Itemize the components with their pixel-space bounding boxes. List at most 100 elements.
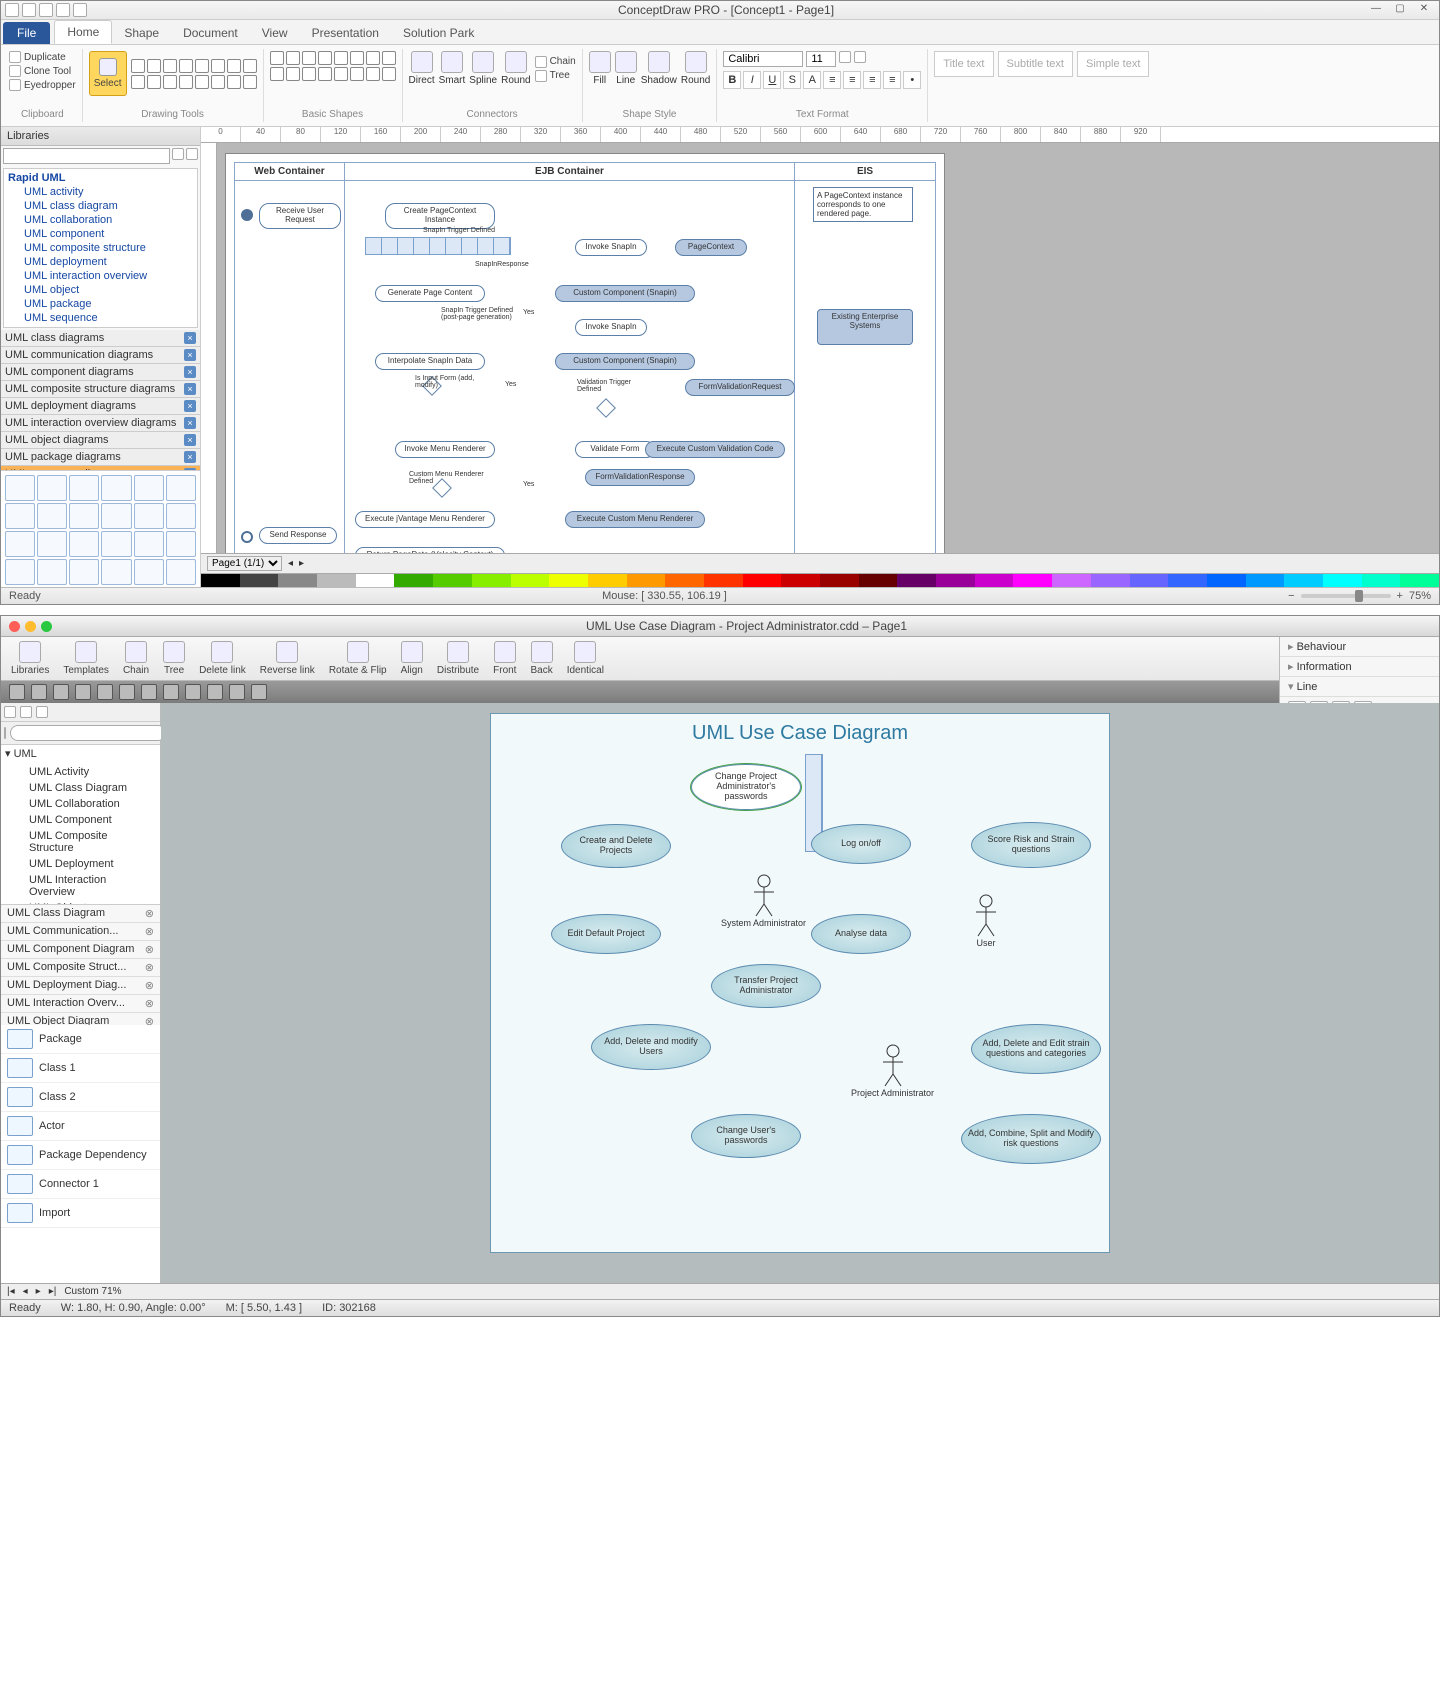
diagram-page[interactable]: Web Container Receive User Request Send … — [225, 153, 945, 553]
tree-leaf[interactable]: UML state machine diagram — [6, 325, 195, 328]
shape-icon[interactable] — [334, 51, 348, 65]
font-select[interactable] — [723, 51, 803, 67]
zoom-out-icon[interactable]: − — [1288, 590, 1294, 602]
tool-icon[interactable] — [163, 59, 177, 73]
shape-icon[interactable] — [286, 51, 300, 65]
shape-icon[interactable] — [302, 51, 316, 65]
tree-leaf[interactable]: UML Activity — [15, 764, 156, 780]
eyedropper-button[interactable]: Eyedropper — [9, 79, 76, 91]
accordion-item[interactable]: UML Communication...⊗ — [1, 923, 160, 941]
list-view-icon[interactable] — [4, 706, 16, 718]
connector-spline[interactable]: Spline — [469, 51, 497, 86]
strip-icon[interactable] — [119, 684, 135, 700]
shape-icon[interactable] — [350, 67, 364, 81]
shadow-button[interactable]: Shadow — [641, 51, 677, 86]
shape-icon[interactable] — [302, 67, 316, 81]
shape-icon[interactable] — [318, 67, 332, 81]
close-icon[interactable]: ⊗ — [145, 979, 154, 992]
mac-search-input[interactable] — [10, 725, 166, 741]
toolbar-distribute[interactable]: Distribute — [437, 641, 479, 676]
title-text-placeholder[interactable]: Title text — [934, 51, 993, 77]
toolbar-rotate-flip[interactable]: Rotate & Flip — [329, 641, 387, 676]
color-swatch[interactable] — [1323, 574, 1362, 587]
color-swatch[interactable] — [1207, 574, 1246, 587]
file-tab[interactable]: File — [3, 22, 50, 44]
shape-icon[interactable] — [318, 51, 332, 65]
palette-shape[interactable] — [134, 531, 164, 557]
activity-node[interactable]: Custom Component (Snapin) — [555, 285, 695, 302]
color-swatch[interactable] — [201, 574, 240, 587]
accordion-item[interactable]: UML Component Diagram⊗ — [1, 941, 160, 959]
tab-presentation[interactable]: Presentation — [300, 22, 391, 44]
zoom-control[interactable]: − + 75% — [1288, 590, 1431, 602]
tree-leaf[interactable]: UML sequence — [6, 311, 195, 325]
shape-icon[interactable] — [382, 51, 396, 65]
start-node-icon[interactable] — [241, 209, 253, 221]
page-nav-icon[interactable]: ◂ — [23, 1286, 28, 1297]
palette-shape[interactable] — [5, 559, 35, 585]
valign-button[interactable]: ≡ — [883, 71, 901, 89]
strip-icon[interactable] — [31, 684, 47, 700]
accordion-item[interactable]: UML interaction overview diagrams× — [1, 415, 200, 432]
usecase-node[interactable]: Edit Default Project — [551, 914, 661, 954]
tool-icon[interactable] — [243, 59, 257, 73]
shape-icon[interactable] — [286, 67, 300, 81]
activity-node[interactable]: Invoke Menu Renderer — [395, 441, 495, 458]
color-swatch[interactable] — [394, 574, 433, 587]
page-nav-icon[interactable]: ▸| — [49, 1286, 57, 1297]
activity-node[interactable]: Invoke SnapIn — [575, 239, 647, 256]
tab-document[interactable]: Document — [171, 22, 250, 44]
tree-leaf[interactable]: UML activity — [6, 185, 195, 199]
note-node[interactable]: A PageContext instance corresponds to on… — [813, 187, 913, 222]
tree-leaf[interactable]: UML Collaboration — [15, 796, 156, 812]
strip-icon[interactable] — [9, 684, 25, 700]
color-swatch[interactable] — [1091, 574, 1130, 587]
shape-icon[interactable] — [382, 67, 396, 81]
tree-leaf[interactable]: UML component — [6, 227, 195, 241]
shape-icon[interactable] — [350, 51, 364, 65]
color-swatch[interactable] — [317, 574, 356, 587]
panel-behaviour[interactable]: Behaviour — [1280, 637, 1439, 657]
usecase-node[interactable]: Change Project Administrator's passwords — [691, 764, 801, 810]
grow-font-icon[interactable] — [839, 51, 851, 63]
accordion-item[interactable]: UML class diagrams× — [1, 330, 200, 347]
shrink-font-icon[interactable] — [854, 51, 866, 63]
minimize-traffic-icon[interactable] — [25, 621, 36, 632]
tool-icon[interactable] — [163, 75, 177, 89]
chain-button[interactable]: Chain — [535, 56, 576, 68]
underline-button[interactable]: U — [763, 71, 781, 89]
close-icon[interactable]: × — [184, 349, 196, 361]
accordion-item[interactable]: UML composite structure diagrams× — [1, 381, 200, 398]
tool-icon[interactable] — [179, 59, 193, 73]
color-swatch[interactable] — [1362, 574, 1401, 587]
toolbar-align[interactable]: Align — [401, 641, 423, 676]
new-icon[interactable] — [5, 3, 19, 17]
close-icon[interactable]: × — [184, 383, 196, 395]
activity-node[interactable]: PageContext — [675, 239, 747, 256]
strip-icon[interactable] — [207, 684, 223, 700]
palette-shape[interactable] — [69, 531, 99, 557]
color-swatch[interactable] — [356, 574, 395, 587]
close-icon[interactable]: ⊗ — [145, 1015, 154, 1025]
color-swatch[interactable] — [859, 574, 898, 587]
scroll-left-icon[interactable]: ◂ — [288, 558, 293, 569]
palette-shape[interactable] — [37, 475, 67, 501]
color-swatch[interactable] — [433, 574, 472, 587]
close-icon[interactable]: × — [184, 366, 196, 378]
simple-text-placeholder[interactable]: Simple text — [1077, 51, 1149, 77]
activity-node[interactable]: Send Response — [259, 527, 337, 544]
mac-diagram-page[interactable]: UML Use Case Diagram Change Project Admi… — [490, 713, 1110, 1253]
palette-shape[interactable] — [5, 475, 35, 501]
palette-shape[interactable] — [69, 475, 99, 501]
usecase-node[interactable]: Add, Delete and Edit strain questions an… — [971, 1024, 1101, 1074]
usecase-node[interactable]: Create and Delete Projects — [561, 824, 671, 868]
shape-list-item[interactable]: Package — [1, 1025, 160, 1054]
color-swatch[interactable] — [897, 574, 936, 587]
tool-icon[interactable] — [147, 75, 161, 89]
activity-node[interactable]: FormValidationRequest — [685, 379, 795, 396]
zoom-in-icon[interactable]: + — [1397, 590, 1403, 602]
close-icon[interactable]: × — [184, 434, 196, 446]
tree-leaf[interactable]: UML package — [6, 297, 195, 311]
round-corners-button[interactable]: Round — [681, 51, 710, 86]
mac-library-tree[interactable]: ▾ UML UML ActivityUML Class DiagramUML C… — [1, 745, 160, 905]
